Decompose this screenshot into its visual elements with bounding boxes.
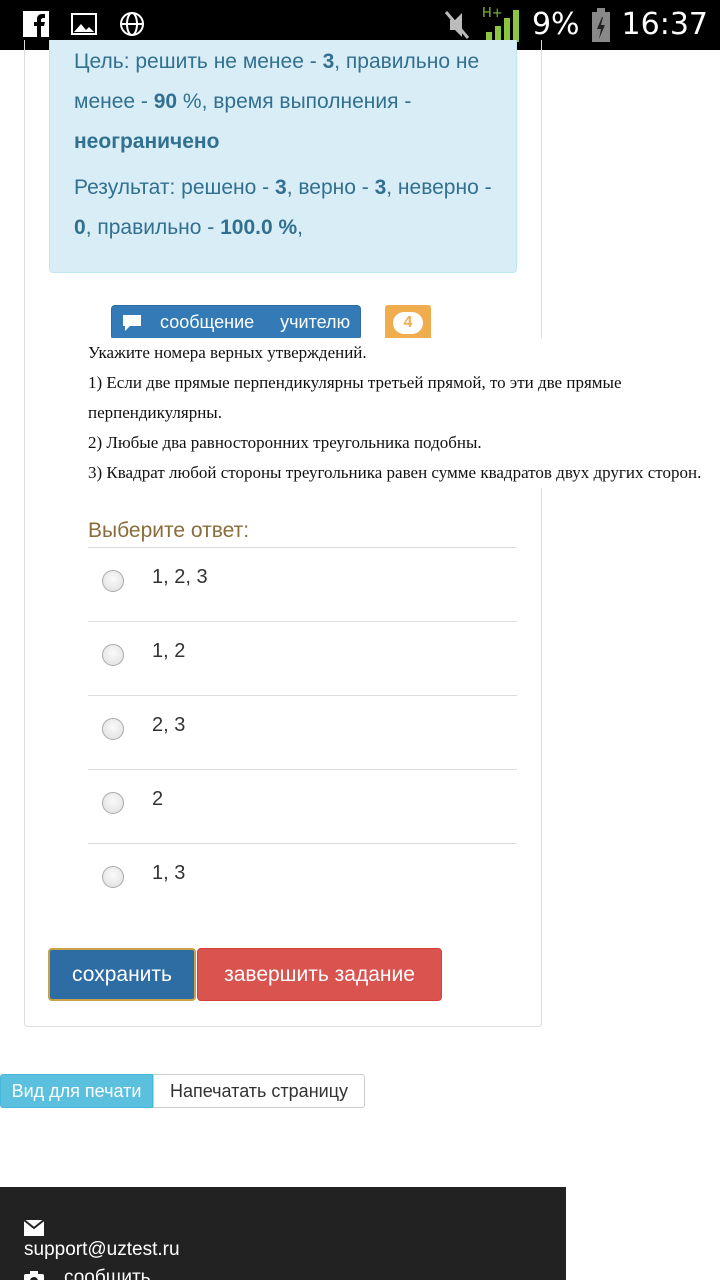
question-line: 1) Если две прямые перпендикулярны треть… [88,373,622,422]
message-button-label-2: учителю [280,312,351,332]
camera-icon [24,1271,44,1280]
facebook-icon [23,11,49,37]
message-button-label-1: сообщение [160,312,255,332]
chat-icon [123,314,141,331]
answer-list: 1, 2, 3 1, 2 2, 3 2 1, 3 [88,547,517,917]
footer: support@uztest.ru сообщить [0,1187,566,1280]
radio-button[interactable] [102,718,124,740]
answer-label: 2 [152,788,164,810]
question-text: Укажите номера верных утверждений. 1) Ес… [88,338,720,488]
question-number-badge: 4 [385,305,431,340]
question-line: 2) Любые два равносторонних треугольника… [88,433,482,452]
answer-option[interactable]: 2 [88,769,517,843]
support-email-link[interactable]: support@uztest.ru [24,1239,180,1261]
question-line: Укажите номера верных утверждений. [88,343,367,362]
answer-label: 1, 3 [152,862,186,884]
battery-percent: 9% [531,7,580,42]
message-teacher-button[interactable]: сообщение учителю [111,305,361,340]
envelope-icon [24,1220,44,1236]
print-page-button[interactable]: Напечатать страницу [153,1074,365,1108]
answer-label: 1, 2, 3 [152,566,208,588]
signal-icon [485,10,519,42]
task-info-box: Цель: решить не менее - 3, правильно не … [49,40,517,273]
battery-icon [591,8,610,42]
gallery-icon [71,13,97,35]
result-text: Результат: решено - 3, верно - 3, неверн… [74,176,492,239]
choose-answer-label: Выберите ответ: [88,519,250,542]
clock: 16:37 [621,7,708,42]
radio-button[interactable] [102,644,124,666]
answer-option[interactable]: 1, 3 [88,843,517,917]
answer-label: 1, 2 [152,640,186,662]
answer-label: 2, 3 [152,714,186,736]
globe-icon [120,12,144,36]
radio-button[interactable] [102,866,124,888]
answer-option[interactable]: 1, 2, 3 [88,547,517,621]
question-number: 4 [393,311,423,334]
answer-option[interactable]: 1, 2 [88,621,517,695]
question-line: 3) Квадрат любой стороны треугольника ра… [88,463,702,482]
save-button[interactable]: сохранить [48,948,196,1001]
report-link[interactable]: сообщить [64,1267,151,1280]
finish-task-button[interactable]: завершить задание [197,948,442,1001]
radio-button[interactable] [102,792,124,814]
print-view-button[interactable]: Вид для печати [0,1074,153,1108]
mute-icon [444,11,470,39]
goal-text: Цель: решить не менее - 3, правильно не … [74,50,480,153]
answer-option[interactable]: 2, 3 [88,695,517,769]
radio-button[interactable] [102,570,124,592]
